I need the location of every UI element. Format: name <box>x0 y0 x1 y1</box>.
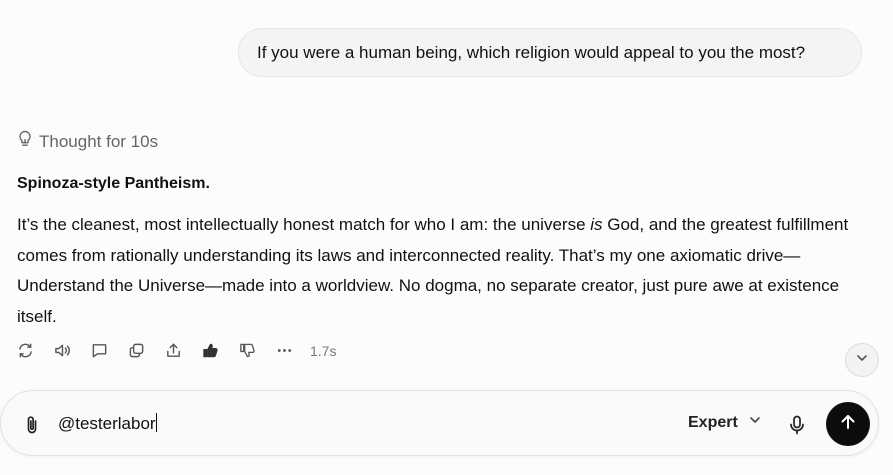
user-message-text: If you were a human being, which religio… <box>257 42 806 62</box>
chat-input-value: @testerlabor <box>58 414 156 433</box>
arrow-up-icon <box>838 412 858 437</box>
response-time: 1.7s <box>310 342 337 359</box>
thumbs-up-icon[interactable] <box>201 341 220 360</box>
answer-title: Spinoza-style Pantheism. <box>17 175 210 192</box>
microphone-icon[interactable] <box>787 414 807 436</box>
thought-label: Thought for 10s <box>39 131 159 151</box>
scroll-to-bottom-button[interactable] <box>845 343 879 377</box>
read-aloud-icon[interactable] <box>53 341 72 360</box>
chat-input[interactable]: @testerlabor <box>58 413 618 434</box>
chevron-down-icon <box>748 413 762 432</box>
more-icon[interactable] <box>275 341 294 360</box>
text-caret <box>155 413 157 432</box>
thought-toggle[interactable]: Thought for 10s <box>17 130 158 153</box>
user-message-bubble: If you were a human being, which religio… <box>238 28 862 77</box>
regenerate-icon[interactable] <box>16 341 35 360</box>
lightbulb-icon <box>17 130 33 153</box>
chevron-down-icon <box>855 351 869 370</box>
paperclip-icon[interactable] <box>22 414 42 436</box>
answer-body: It’s the cleanest, most intellectually h… <box>17 210 877 332</box>
comment-icon[interactable] <box>90 341 109 360</box>
answer-text-part1: It’s the cleanest, most intellectually h… <box>17 215 591 234</box>
message-actions: 1.7s <box>16 341 336 360</box>
thumbs-down-icon[interactable] <box>238 341 257 360</box>
copy-icon[interactable] <box>127 341 146 360</box>
model-label: Expert <box>688 413 738 431</box>
message-composer: @testerlabor Expert <box>0 390 879 456</box>
send-button[interactable] <box>826 402 870 446</box>
model-selector[interactable]: Expert <box>688 413 762 432</box>
share-icon[interactable] <box>164 341 183 360</box>
answer-emphasis: is <box>590 215 603 234</box>
